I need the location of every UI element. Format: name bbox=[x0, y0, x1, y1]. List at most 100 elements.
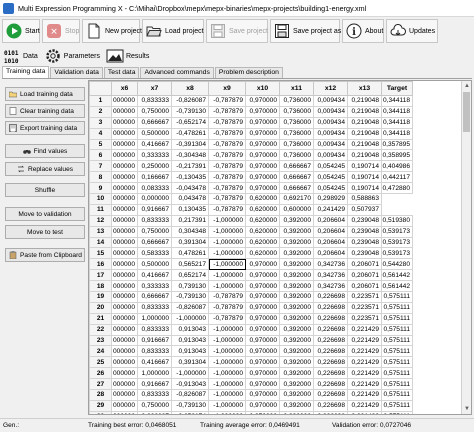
table-cell[interactable]: 0,833333 bbox=[137, 95, 172, 107]
table-cell[interactable]: 0,913043 bbox=[171, 334, 209, 347]
table-cell[interactable]: 0,043478 bbox=[171, 193, 209, 205]
table-cell[interactable]: 000000 bbox=[111, 95, 138, 107]
save-project-as-button[interactable]: Save project as bbox=[270, 19, 341, 43]
training-data-grid[interactable]: x6 x7 x8 x9 x10 x11 x12 x13 Target 1 0000… bbox=[88, 80, 472, 415]
table-cell[interactable]: 0,221429 bbox=[347, 323, 382, 336]
column-header[interactable]: x9 bbox=[208, 81, 246, 96]
table-cell[interactable]: -1,000000 bbox=[171, 312, 209, 325]
table-cell[interactable]: 0,575111 bbox=[381, 378, 413, 391]
table-cell[interactable]: 0,342736 bbox=[313, 269, 348, 282]
scroll-down-icon[interactable]: ▼ bbox=[462, 404, 471, 414]
table-row[interactable]: 16 000000 0,500000 0,565217 -1,000000 0,97000… bbox=[89, 258, 413, 271]
table-cell[interactable]: 000000 bbox=[111, 367, 138, 380]
table-cell[interactable]: 0,539173 bbox=[381, 236, 413, 249]
table-cell[interactable]: -0,787879 bbox=[208, 138, 246, 151]
table-cell[interactable]: 0,392000 bbox=[279, 269, 314, 282]
row-header[interactable]: 6 bbox=[89, 149, 112, 162]
row-header[interactable]: 17 bbox=[89, 269, 112, 282]
table-cell[interactable]: -0,787879 bbox=[208, 171, 246, 184]
table-cell[interactable]: 000000 bbox=[111, 378, 138, 391]
table-cell[interactable]: 0,666667 bbox=[279, 171, 314, 184]
replace-values-button[interactable]: Replace values bbox=[5, 162, 85, 176]
table-cell[interactable]: 0,392000 bbox=[279, 258, 314, 271]
table-cell[interactable]: 0,575111 bbox=[381, 345, 413, 358]
table-cell[interactable]: -0,787879 bbox=[208, 160, 246, 173]
column-header[interactable]: x6 bbox=[111, 81, 138, 96]
table-row[interactable]: 14 000000 0,666667 0,391304 -1,000000 0,62000… bbox=[89, 236, 413, 249]
table-cell[interactable]: 000000 bbox=[111, 312, 138, 325]
table-cell[interactable]: 0,575111 bbox=[381, 356, 413, 369]
table-row[interactable]: 13 000000 0,750000 0,304348 -1,000000 0,62000… bbox=[89, 225, 413, 238]
table-cell[interactable]: 0,583333 bbox=[137, 247, 172, 260]
table-cell[interactable]: 0,392000 bbox=[279, 312, 314, 325]
table-row[interactable]: 22 000000 0,833333 0,913043 -1,000000 0,97000… bbox=[89, 323, 413, 336]
scroll-thumb[interactable] bbox=[463, 92, 470, 132]
table-cell[interactable]: 0,392000 bbox=[279, 301, 314, 314]
table-row[interactable]: 2 000000 0,750000 -0,739130 -0,787879 0,97000… bbox=[89, 105, 413, 118]
table-cell[interactable]: 0,652174 bbox=[171, 269, 209, 282]
table-cell[interactable]: 000000 bbox=[111, 247, 138, 260]
table-cell[interactable]: 0,561442 bbox=[381, 269, 413, 282]
results-mode-button[interactable]: Results bbox=[106, 47, 149, 65]
table-cell[interactable]: -0,787879 bbox=[208, 312, 246, 325]
table-cell[interactable]: 0,239048 bbox=[347, 247, 382, 260]
table-cell[interactable]: 0,970000 bbox=[245, 356, 280, 369]
table-cell[interactable]: -0,787879 bbox=[208, 116, 246, 129]
vertical-scrollbar[interactable]: ▲ ▼ bbox=[461, 81, 471, 414]
table-cell[interactable]: 0,916667 bbox=[137, 334, 172, 347]
table-cell[interactable]: 000000 bbox=[111, 269, 138, 282]
table-cell[interactable]: 0,600000 bbox=[279, 203, 314, 216]
table-cell[interactable]: 0,392000 bbox=[279, 236, 314, 249]
table-cell[interactable]: 0,970000 bbox=[245, 291, 280, 303]
row-header[interactable]: 30 bbox=[89, 410, 112, 414]
table-cell[interactable]: 0,392000 bbox=[279, 345, 314, 358]
table-cell[interactable]: -1,000000 bbox=[208, 269, 246, 282]
table-cell[interactable]: 000000 bbox=[111, 149, 138, 162]
table-cell[interactable]: 0,166667 bbox=[137, 171, 172, 184]
clear-training-data-button[interactable]: Clear training data bbox=[5, 104, 85, 118]
table-cell[interactable]: 0,344118 bbox=[381, 105, 413, 118]
table-cell[interactable]: 0,575111 bbox=[381, 410, 413, 414]
row-header[interactable]: 29 bbox=[89, 399, 112, 412]
table-cell[interactable]: 0,226698 bbox=[313, 323, 348, 336]
row-header[interactable]: 24 bbox=[89, 345, 112, 358]
row-header[interactable]: 8 bbox=[89, 171, 112, 184]
save-project-button[interactable]: Save project bbox=[206, 19, 268, 43]
table-cell[interactable]: 0,736000 bbox=[279, 127, 314, 140]
table-cell[interactable]: 0,392000 bbox=[279, 291, 314, 303]
row-header[interactable]: 12 bbox=[89, 214, 112, 227]
table-cell[interactable]: 000000 bbox=[111, 410, 138, 414]
table-cell[interactable]: 0,913043 bbox=[171, 323, 209, 336]
new-project-button[interactable]: New project bbox=[82, 19, 142, 43]
table-cell[interactable]: 0,226698 bbox=[313, 312, 348, 325]
table-cell[interactable]: 0,970000 bbox=[245, 378, 280, 391]
tab-advanced-commands[interactable]: Advanced commands bbox=[140, 67, 214, 78]
table-cell[interactable]: -0,787879 bbox=[208, 193, 246, 205]
table-cell[interactable]: 0,913043 bbox=[171, 345, 209, 358]
tab-validation-data[interactable]: Validation data bbox=[50, 67, 103, 78]
table-row[interactable]: 18 000000 0,333333 0,739130 -1,000000 0,97000… bbox=[89, 280, 413, 293]
table-cell[interactable]: 000000 bbox=[111, 399, 138, 412]
table-cell[interactable]: -0,787879 bbox=[208, 105, 246, 118]
row-header[interactable]: 25 bbox=[89, 356, 112, 369]
table-cell[interactable]: 0,970000 bbox=[245, 105, 280, 118]
table-cell[interactable]: 0,344118 bbox=[381, 116, 413, 129]
table-cell[interactable]: 0,241429 bbox=[313, 203, 348, 216]
table-cell[interactable]: -0,130435 bbox=[171, 171, 209, 184]
table-cell[interactable]: 0,206604 bbox=[313, 225, 348, 238]
table-cell[interactable]: 0,442117 bbox=[381, 171, 413, 184]
table-row[interactable]: 8 000000 0,166667 -0,130435 -0,787879 0,97000… bbox=[89, 171, 413, 184]
table-cell[interactable]: 000000 bbox=[111, 203, 138, 216]
table-cell[interactable]: 1,000000 bbox=[137, 312, 172, 325]
table-cell[interactable]: -1,000000 bbox=[208, 225, 246, 238]
table-cell[interactable]: 0,219048 bbox=[347, 105, 382, 118]
table-cell[interactable]: 0,575111 bbox=[381, 301, 413, 314]
table-cell[interactable]: -0,787879 bbox=[208, 182, 246, 195]
table-cell[interactable]: 0,575111 bbox=[381, 399, 413, 412]
parameters-mode-button[interactable]: Parameters bbox=[44, 47, 100, 65]
table-cell[interactable]: -0,739130 bbox=[171, 399, 209, 412]
table-cell[interactable]: 0,519380 bbox=[381, 214, 413, 227]
table-cell[interactable]: -0,787879 bbox=[208, 149, 246, 162]
table-cell[interactable]: 0,970000 bbox=[245, 138, 280, 151]
table-row[interactable]: 3 000000 0,666667 -0,652174 -0,787879 0,97000… bbox=[89, 116, 413, 129]
